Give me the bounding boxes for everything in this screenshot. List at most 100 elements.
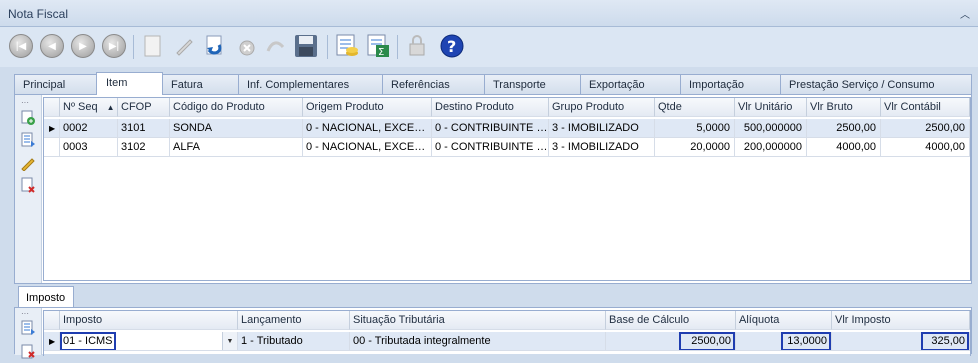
column-header-origem[interactable]: Origem Produto	[303, 98, 432, 117]
tab-fatura[interactable]: Fatura	[162, 74, 239, 94]
undo-icon[interactable]	[202, 33, 228, 59]
cell-grupo[interactable]: 3 - IMOBILIZADO	[549, 119, 655, 138]
new-document-icon[interactable]	[140, 33, 166, 59]
title-bar: Nota Fiscal ︿	[0, 0, 978, 27]
column-header-cfop[interactable]: CFOP	[118, 98, 170, 117]
edit-item-icon[interactable]	[20, 155, 36, 172]
row-indicator-icon: ▶	[44, 119, 60, 138]
column-header-vlr-unitario[interactable]: Vlr Unitário	[735, 98, 807, 117]
insert-tax-icon[interactable]	[20, 320, 36, 336]
item-sidebar: ···	[15, 95, 42, 283]
cell-seq[interactable]: 0002	[60, 119, 118, 138]
tab-inf-complementares[interactable]: Inf. Complementares	[238, 74, 383, 94]
remove-item-icon[interactable]	[20, 177, 36, 193]
tab-prestacao-servico[interactable]: Prestação Serviço / Consumo	[780, 74, 972, 94]
collapse-icon[interactable]: ︿	[960, 6, 970, 21]
base-calculo-value: 2500,00	[679, 332, 735, 350]
svg-text:?: ?	[447, 37, 456, 56]
tab-imposto[interactable]: Imposto	[18, 286, 74, 308]
cell-base-calculo[interactable]: 2500,00	[606, 332, 736, 351]
cell-vlr-contabil[interactable]: 4000,00	[881, 138, 970, 157]
cell-grupo[interactable]: 3 - IMOBILIZADO	[549, 138, 655, 157]
add-item-icon[interactable]	[20, 110, 36, 126]
lock-icon[interactable]	[404, 33, 430, 59]
first-record-icon[interactable]: |◀	[8, 33, 34, 59]
cell-vlr-bruto[interactable]: 2500,00	[807, 119, 881, 138]
tab-importacao[interactable]: Importação	[680, 74, 781, 94]
delete-icon[interactable]	[233, 33, 259, 59]
cell-vlr-unitario[interactable]: 500,000000	[735, 119, 807, 138]
column-header-situacao[interactable]: Situação Tributária	[350, 311, 606, 330]
cell-vlr-imposto[interactable]: 325,00	[832, 332, 970, 351]
vlr-imposto-value: 325,00	[921, 332, 969, 350]
previous-record-icon[interactable]: ◀	[39, 33, 65, 59]
window-title: Nota Fiscal	[8, 7, 69, 21]
aliquota-value: 13,0000	[781, 332, 831, 350]
cell-lancamento[interactable]: 1 - Tributado	[238, 332, 350, 351]
tax-grid-header: Imposto Lançamento Situação Tributária B…	[44, 311, 970, 330]
grip-icon: ···	[21, 309, 29, 318]
cell-codigo[interactable]: SONDA	[170, 119, 303, 138]
help-icon[interactable]: ?	[439, 33, 465, 59]
cell-qtde[interactable]: 20,0000	[655, 138, 735, 157]
cell-origem[interactable]: 0 - NACIONAL, EXCET…	[303, 138, 432, 157]
sort-ascending-icon: ▲	[106, 103, 115, 112]
chevron-down-icon[interactable]: ▼	[222, 332, 237, 350]
save-icon[interactable]	[293, 33, 319, 59]
item-panel: ··· Nº Seq ▲ CFOP Código do Produto Orig…	[14, 94, 972, 284]
next-record-icon[interactable]: ▶	[70, 33, 96, 59]
tax-tabs: Imposto	[14, 286, 972, 308]
imposto-select[interactable]: 01 - ICMS ▼	[60, 332, 238, 351]
cell-qtde[interactable]: 5,0000	[655, 119, 735, 138]
column-header-codigo[interactable]: Código do Produto	[170, 98, 303, 117]
tab-transporte[interactable]: Transporte	[484, 74, 581, 94]
cell-vlr-unitario[interactable]: 200,000000	[735, 138, 807, 157]
sum-icon[interactable]: Σ	[365, 33, 391, 59]
column-header-lancamento[interactable]: Lançamento	[238, 311, 350, 330]
cell-vlr-bruto[interactable]: 4000,00	[807, 138, 881, 157]
table-row[interactable]: 0003 3102 ALFA 0 - NACIONAL, EXCET… 0 - …	[44, 138, 970, 157]
tab-exportacao[interactable]: Exportação	[580, 74, 681, 94]
main-tabs: Principal Item Fatura Inf. Complementare…	[14, 72, 972, 95]
edit-icon[interactable]	[171, 33, 197, 59]
cell-vlr-contabil[interactable]: 2500,00	[881, 119, 970, 138]
cell-cfop[interactable]: 3101	[118, 119, 170, 138]
cell-destino[interactable]: 0 - CONTRIBUINTE …	[432, 138, 549, 157]
cell-codigo[interactable]: ALFA	[170, 138, 303, 157]
tab-item[interactable]: Item	[96, 72, 163, 95]
calculator-icon[interactable]	[334, 33, 360, 59]
tab-referencias[interactable]: Referências	[382, 74, 485, 94]
row-indicator-icon: ▶	[44, 332, 60, 351]
cell-aliquota[interactable]: 13,0000	[736, 332, 832, 351]
column-header-base-calculo[interactable]: Base de Cálculo	[606, 311, 736, 330]
remove-tax-icon[interactable]	[20, 344, 36, 360]
cell-seq[interactable]: 0003	[60, 138, 118, 157]
column-header-vlr-imposto[interactable]: Vlr Imposto	[832, 311, 970, 330]
column-header-qtde[interactable]: Qtde	[655, 98, 735, 117]
items-grid: Nº Seq ▲ CFOP Código do Produto Origem P…	[43, 97, 971, 281]
cancel-icon[interactable]	[262, 33, 288, 59]
cell-destino[interactable]: 0 - CONTRIBUINTE …	[432, 119, 549, 138]
column-header-grupo[interactable]: Grupo Produto	[549, 98, 655, 117]
insert-item-icon[interactable]	[20, 132, 36, 148]
column-header-imposto[interactable]: Imposto	[60, 311, 238, 330]
column-header-seq[interactable]: Nº Seq ▲	[60, 98, 118, 117]
cell-cfop[interactable]: 3102	[118, 138, 170, 157]
last-record-icon[interactable]: ▶|	[101, 33, 127, 59]
tax-grid: Imposto Lançamento Situação Tributária B…	[43, 310, 971, 356]
cell-origem[interactable]: 0 - NACIONAL, EXCET…	[303, 119, 432, 138]
column-header-vlr-contabil[interactable]: Vlr Contábil	[881, 98, 970, 117]
imposto-value: 01 - ICMS	[60, 332, 116, 350]
cell-situacao[interactable]: 00 - Tributada integralmente	[350, 332, 606, 351]
tax-sidebar: ···	[15, 308, 42, 359]
column-header-aliquota[interactable]: Alíquota	[736, 311, 832, 330]
table-row[interactable]: ▶ 01 - ICMS ▼ 1 - Tributado 00 - Tributa…	[44, 332, 970, 351]
column-header-vlr-bruto[interactable]: Vlr Bruto	[807, 98, 881, 117]
tab-principal[interactable]: Principal	[14, 74, 97, 94]
toolbar: |◀ ◀ ▶ ▶| Σ ?	[0, 27, 978, 67]
tax-panel: ··· Imposto Lançamento Situação Tributár…	[14, 307, 972, 359]
table-row[interactable]: ▶ 0002 3101 SONDA 0 - NACIONAL, EXCET… 0…	[44, 119, 970, 138]
column-header-destino[interactable]: Destino Produto	[432, 98, 549, 117]
svg-text:Σ: Σ	[378, 47, 384, 58]
grip-icon: ···	[21, 98, 29, 107]
